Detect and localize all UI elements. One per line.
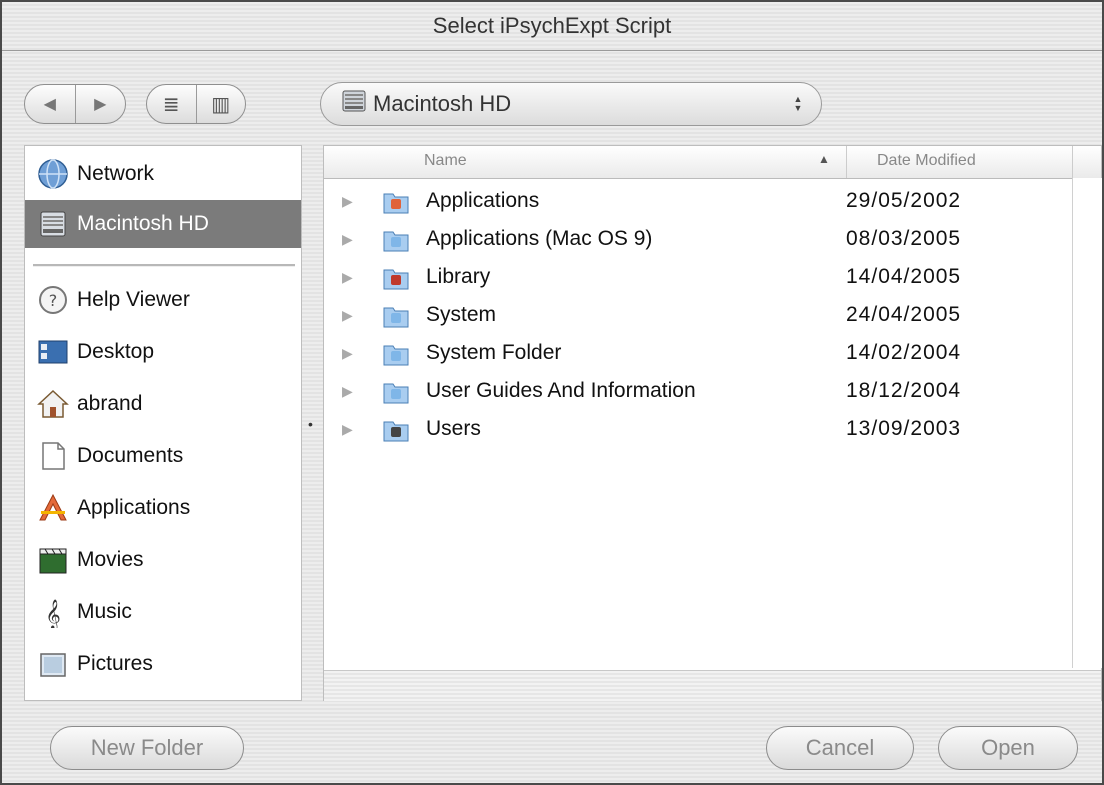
- sidebar-item-label: abrand: [77, 392, 143, 415]
- file-date-modified: 14/02/2004: [846, 341, 962, 364]
- home-icon: [37, 388, 69, 420]
- list-view-button[interactable]: ≣: [147, 85, 196, 123]
- file-name: Users: [426, 417, 481, 440]
- disclosure-triangle-icon[interactable]: ▶: [342, 383, 353, 400]
- popup-stepper-icon: ▲ ▼: [793, 94, 803, 113]
- disclosure-triangle-icon[interactable]: ▶: [342, 421, 353, 438]
- sidebar-item-desktop[interactable]: Desktop: [25, 328, 301, 376]
- sidebar-divider: [33, 264, 295, 267]
- file-date-modified: 13/09/2003: [846, 417, 962, 440]
- sidebar-item-abrand[interactable]: abrand: [25, 380, 301, 428]
- file-date-modified: 08/03/2005: [846, 227, 962, 250]
- sidebar-item-label: Macintosh HD: [77, 212, 209, 235]
- sidebar-item-label: Help Viewer: [77, 288, 190, 311]
- svg-text:𝄞: 𝄞: [45, 599, 60, 628]
- sidebar-item-pictures[interactable]: Pictures: [25, 640, 301, 688]
- sidebar-item-movies[interactable]: Movies: [25, 536, 301, 584]
- sidebar-item-label: Desktop: [77, 340, 155, 363]
- help-viewer-icon: ?: [37, 284, 69, 316]
- disclosure-triangle-icon[interactable]: ▶: [342, 193, 353, 210]
- splitter-handle[interactable]: •: [308, 416, 313, 432]
- back-arrow-icon: ◀: [43, 96, 56, 113]
- sidebar: Network Macintosh HD ? Help Viewer Deskt…: [24, 145, 302, 701]
- open-dialog: Select iPsychExpt Script ◀ ▶ ≣ ▥ Macinto…: [0, 0, 1104, 785]
- column-header-name[interactable]: Name: [424, 152, 467, 170]
- open-button[interactable]: Open: [938, 726, 1078, 770]
- file-date-modified: 29/05/2002: [846, 189, 962, 212]
- disclosure-triangle-icon[interactable]: ▶: [342, 269, 353, 286]
- column-view-button[interactable]: ▥: [195, 85, 246, 123]
- horizontal-scrollbar[interactable]: [324, 670, 1101, 701]
- sidebar-item-label: Network: [77, 162, 155, 185]
- history-nav: ◀ ▶: [24, 84, 126, 124]
- file-date-modified: 18/12/2004: [846, 379, 962, 402]
- sidebar-item-label: Documents: [77, 444, 184, 467]
- sidebar-item-label: Movies: [77, 548, 144, 571]
- users-folder-icon: [382, 416, 410, 444]
- file-date-modified: 14/04/2005: [846, 265, 962, 288]
- applications-folder-icon: [382, 188, 410, 216]
- system-folder-icon: [382, 302, 410, 330]
- hard-disk-icon: [341, 88, 367, 120]
- vertical-scrollbar[interactable]: [1072, 178, 1102, 668]
- sidebar-item-label: Pictures: [77, 652, 153, 675]
- file-name: System Folder: [426, 341, 562, 364]
- forward-button[interactable]: ▶: [74, 85, 126, 123]
- forward-arrow-icon: ▶: [94, 96, 107, 113]
- sidebar-item-network[interactable]: Network: [25, 150, 301, 198]
- column-header: Name ▲ Date Modified: [324, 146, 1101, 179]
- file-date-modified: 24/04/2005: [846, 303, 962, 326]
- location-popup[interactable]: Macintosh HD ▲ ▼: [320, 82, 822, 126]
- library-folder-icon: [382, 264, 410, 292]
- list-item[interactable]: ▶ System 24/04/2005: [324, 297, 1072, 335]
- list-view-icon: ≣: [162, 93, 180, 116]
- svg-text:?: ?: [49, 291, 58, 310]
- sidebar-item-label: Applications: [77, 496, 191, 519]
- hard-disk-icon: [37, 208, 69, 240]
- music-icon: 𝄞: [37, 596, 69, 628]
- sidebar-item-music[interactable]: 𝄞 Music: [25, 588, 301, 636]
- view-mode-switch: ≣ ▥: [146, 84, 246, 124]
- file-name: Applications: [426, 189, 540, 212]
- sidebar-item-help-viewer[interactable]: ? Help Viewer: [25, 276, 301, 324]
- new-folder-button[interactable]: New Folder: [50, 726, 244, 770]
- cancel-button[interactable]: Cancel: [766, 726, 914, 770]
- disclosure-triangle-icon[interactable]: ▶: [342, 345, 353, 362]
- file-name: Library: [426, 265, 491, 288]
- disclosure-triangle-icon[interactable]: ▶: [342, 307, 353, 324]
- location-label: Macintosh HD: [373, 91, 512, 116]
- sidebar-item-macintosh-hd[interactable]: Macintosh HD: [25, 200, 301, 248]
- column-header-date-modified[interactable]: Date Modified: [846, 146, 1072, 178]
- back-button[interactable]: ◀: [25, 85, 75, 123]
- dialog-title: Select iPsychExpt Script: [2, 2, 1102, 51]
- sidebar-item-applications[interactable]: Applications: [25, 484, 301, 532]
- list-item[interactable]: ▶ Users 13/09/2003: [324, 411, 1072, 449]
- column-view-icon: ▥: [211, 93, 231, 116]
- applications-icon: [37, 492, 69, 524]
- pictures-icon: [37, 648, 69, 680]
- sidebar-item-label: Music: [77, 600, 132, 623]
- network-globe-icon: [37, 158, 69, 190]
- movies-icon: [37, 544, 69, 576]
- folder-icon: [382, 378, 410, 406]
- system-folder-icon: [382, 340, 410, 368]
- list-item[interactable]: ▶ User Guides And Information 18/12/2004: [324, 373, 1072, 411]
- file-name: Applications (Mac OS 9): [426, 227, 653, 250]
- sort-ascending-icon: ▲: [818, 152, 830, 166]
- desktop-icon: [37, 336, 69, 368]
- column-header-filler: [1072, 146, 1102, 178]
- list-item[interactable]: ▶ Applications 29/05/2002: [324, 183, 1072, 221]
- list-item[interactable]: ▶ Library 14/04/2005: [324, 259, 1072, 297]
- disclosure-triangle-icon[interactable]: ▶: [342, 231, 353, 248]
- documents-icon: [37, 440, 69, 472]
- sidebar-item-documents[interactable]: Documents: [25, 432, 301, 480]
- file-browser: Name ▲ Date Modified ▶ Applications 29/05/…: [323, 145, 1102, 701]
- list-item[interactable]: ▶ System Folder 14/02/2004: [324, 335, 1072, 373]
- file-name: User Guides And Information: [426, 379, 696, 402]
- list-item[interactable]: ▶ Applications (Mac OS 9) 08/03/2005: [324, 221, 1072, 259]
- file-name: System: [426, 303, 497, 326]
- folder-icon: [382, 226, 410, 254]
